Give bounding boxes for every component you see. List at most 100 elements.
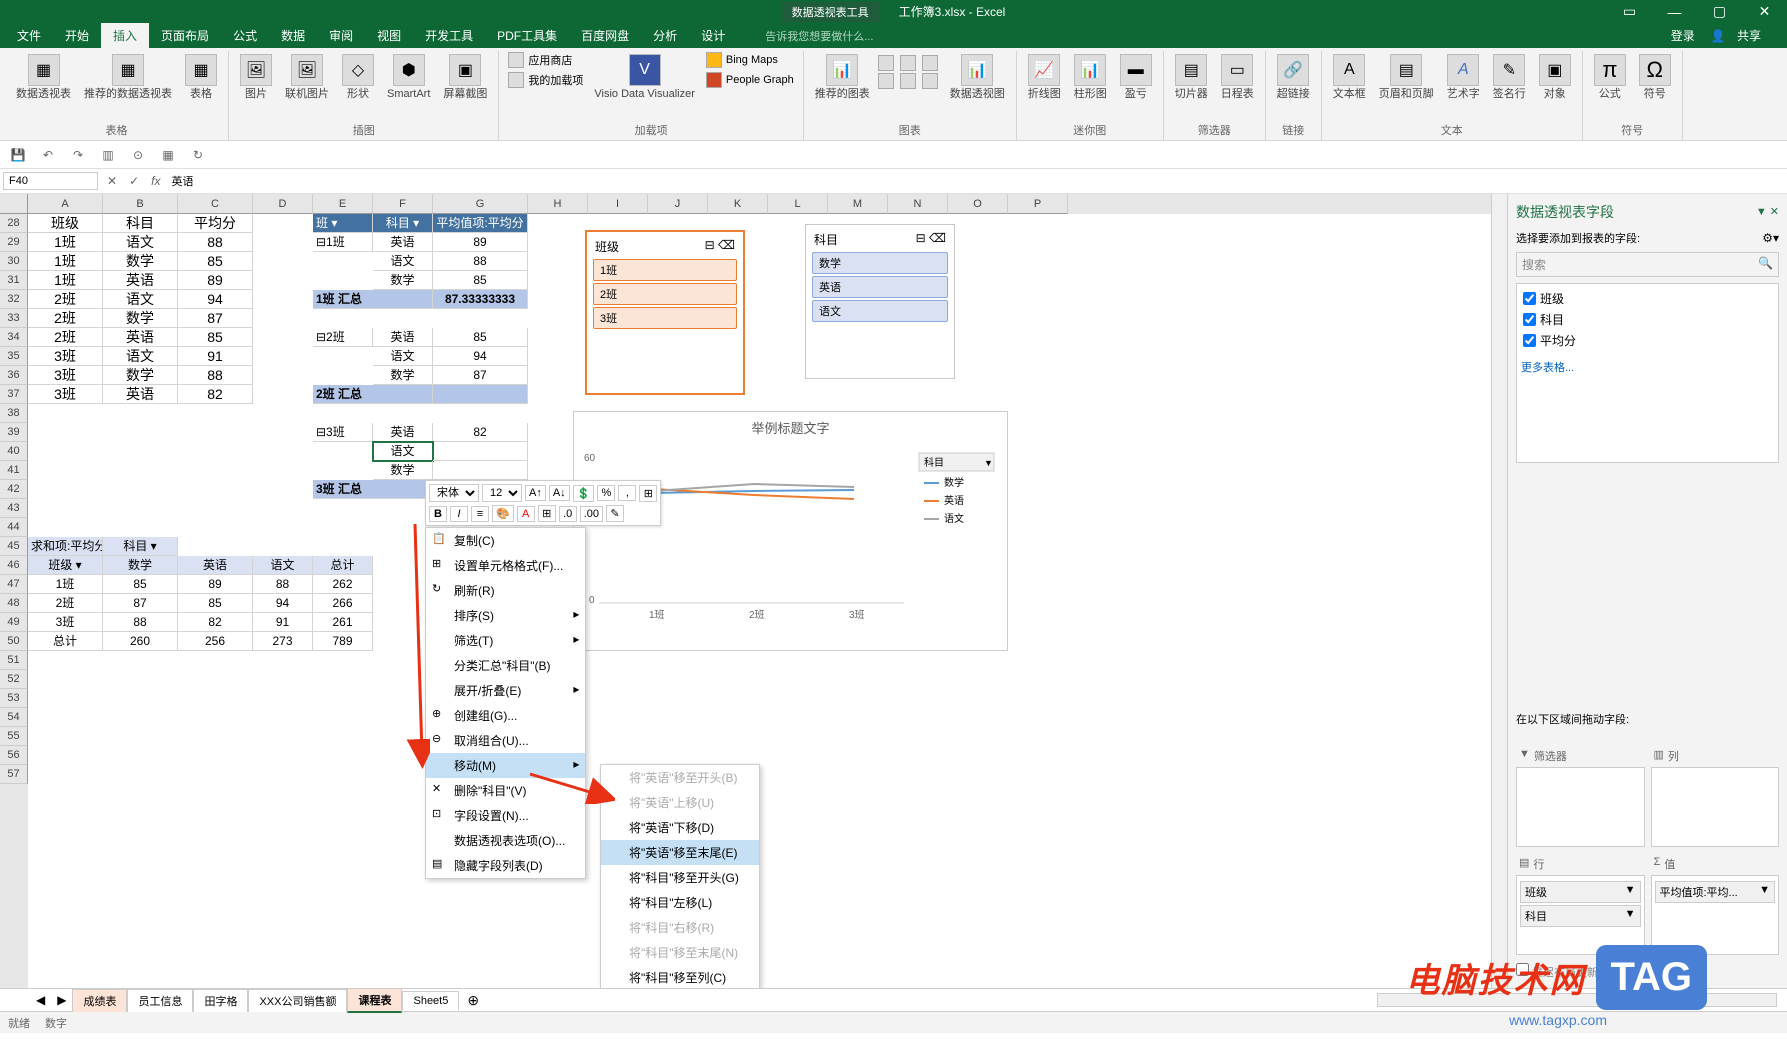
fx-icon[interactable]: fx [145, 174, 166, 188]
share-button[interactable]: 👤 共享 [1703, 23, 1777, 48]
cell[interactable]: 85 [433, 271, 528, 290]
comma-button[interactable]: , [618, 485, 636, 501]
chart-type-icon[interactable] [878, 55, 894, 71]
field-checkbox[interactable]: 平均分 [1521, 330, 1774, 351]
cell[interactable]: 82 [433, 423, 528, 442]
slicer-item[interactable]: 2班 [593, 283, 737, 305]
pivot-chart[interactable]: 举例标题文字 60 0 1班 2班 3班 科目 ▼ 数学 英语 语文 [573, 411, 1008, 651]
cell[interactable]: 语文 [103, 290, 178, 309]
menu-item[interactable]: ▤隐藏字段列表(D) [426, 853, 585, 878]
cell[interactable]: 89 [433, 233, 528, 252]
fontsize-select[interactable]: 12 [482, 484, 522, 502]
cell[interactable]: 数学 [373, 366, 433, 385]
col-header[interactable]: N [888, 194, 948, 214]
col-header[interactable]: P [1008, 194, 1068, 214]
smartart-button[interactable]: ⬢SmartArt [382, 51, 435, 103]
row-header[interactable]: 46 [0, 556, 28, 575]
maximize-button[interactable]: ▢ [1697, 0, 1742, 23]
cell[interactable]: 2班 汇总 [313, 385, 433, 404]
cell[interactable]: 班级 ▾ [28, 556, 103, 575]
cell[interactable]: 262 [313, 575, 373, 594]
select-all-corner[interactable] [0, 194, 28, 214]
row-header[interactable]: 57 [0, 765, 28, 784]
sheet-tab[interactable]: XXX公司销售额 [248, 989, 347, 1012]
cell[interactable]: 数学 [103, 252, 178, 271]
sheet-tab[interactable]: 成绩表 [72, 989, 127, 1012]
sparkline-winloss-button[interactable]: ▬盈亏 [1115, 51, 1157, 103]
cell[interactable]: 平均分 [178, 214, 253, 233]
tab-file[interactable]: 文件 [5, 23, 53, 48]
online-picture-button[interactable]: 🖼联机图片 [280, 51, 334, 103]
row-header[interactable]: 28 [0, 214, 28, 233]
cell[interactable]: 总计 [313, 556, 373, 575]
fill-color-button[interactable]: 🎨 [492, 505, 514, 522]
field-tag[interactable]: 班级▼ [1520, 881, 1641, 903]
qat-button[interactable]: ▥ [98, 145, 118, 165]
cell[interactable]: 数学 [103, 366, 178, 385]
row-header[interactable]: 50 [0, 632, 28, 651]
border-button[interactable]: ⊞ [538, 505, 556, 522]
sheet-tab[interactable]: 课程表 [347, 988, 402, 1013]
tab-analyze[interactable]: 分析 [641, 23, 689, 48]
peoplegraph-button[interactable]: People Graph [703, 71, 797, 89]
font-select[interactable]: 宋体 [429, 484, 479, 502]
row-header[interactable]: 44 [0, 518, 28, 537]
pivotchart-button[interactable]: 📊数据透视图 [945, 51, 1010, 103]
sparkline-column-button[interactable]: 📊柱形图 [1069, 51, 1112, 103]
format-button[interactable]: ⊞ [639, 485, 657, 502]
cell[interactable]: 3班 [28, 366, 103, 385]
sheet-tab[interactable]: 员工信息 [127, 989, 193, 1012]
sparkline-line-button[interactable]: 📈折线图 [1023, 51, 1066, 103]
hyperlink-button[interactable]: 🔗超链接 [1272, 51, 1315, 103]
panel-close-icon[interactable]: ▼ ✕ [1756, 206, 1779, 218]
filter-area[interactable] [1516, 767, 1645, 847]
col-header[interactable]: A [28, 194, 103, 214]
tab-pdf[interactable]: PDF工具集 [485, 23, 569, 48]
cell[interactable]: 2班 [28, 290, 103, 309]
cell[interactable]: 85 [103, 575, 178, 594]
row-header[interactable]: 52 [0, 670, 28, 689]
name-box[interactable] [3, 172, 98, 190]
cell[interactable]: 87 [433, 366, 528, 385]
menu-item[interactable]: ⊞设置单元格格式(F)... [426, 553, 585, 578]
menu-item[interactable]: 将"英语"下移(D) [601, 815, 759, 840]
cell[interactable]: 数学 [103, 309, 178, 328]
shapes-button[interactable]: ◇形状 [337, 51, 379, 103]
col-header[interactable]: D [253, 194, 313, 214]
row-headers[interactable]: 2829303132333435363738394041424344454647… [0, 214, 28, 988]
menu-item[interactable]: ⊕创建组(G)... [426, 703, 585, 728]
tab-layout[interactable]: 页面布局 [149, 23, 221, 48]
equation-button[interactable]: π公式 [1589, 51, 1631, 103]
row-header[interactable]: 49 [0, 613, 28, 632]
col-header[interactable]: C [178, 194, 253, 214]
row-header[interactable]: 42 [0, 480, 28, 499]
myaddins-button[interactable]: 我的加载项 [505, 71, 586, 89]
tab-home[interactable]: 开始 [53, 23, 101, 48]
bold-button[interactable]: B [429, 506, 447, 522]
tab-formulas[interactable]: 公式 [221, 23, 269, 48]
tab-developer[interactable]: 开发工具 [413, 23, 485, 48]
cell[interactable]: 2班 [28, 594, 103, 613]
object-button[interactable]: ▣对象 [1534, 51, 1576, 103]
cell[interactable]: ⊟1班 [313, 233, 373, 252]
cell[interactable]: 88 [253, 575, 313, 594]
cell[interactable]: 2班 [28, 328, 103, 347]
chart-type-icon[interactable] [900, 73, 916, 89]
cell[interactable]: 数学 [373, 271, 433, 290]
cell[interactable]: 261 [313, 613, 373, 632]
cell[interactable]: 85 [178, 252, 253, 271]
slicer-class[interactable]: 班级⊟ ⌫ 1班 2班 3班 [585, 230, 745, 395]
cell[interactable]: 3班 [28, 613, 103, 632]
grow-font-button[interactable]: A↑ [525, 485, 546, 501]
slicer-subject[interactable]: 科目⊟ ⌫ 数学 英语 语文 [805, 224, 955, 379]
cell[interactable]: 班级 [28, 214, 103, 233]
cell[interactable]: 89 [178, 271, 253, 290]
cell[interactable]: 789 [313, 632, 373, 651]
row-header[interactable]: 31 [0, 271, 28, 290]
menu-item[interactable]: 排序(S)▸ [426, 603, 585, 628]
percent-button[interactable]: % [597, 485, 615, 501]
ribbon-display-options[interactable]: ▭ [1607, 0, 1652, 23]
italic-button[interactable]: I [450, 506, 468, 522]
cell[interactable]: 英语 [178, 556, 253, 575]
row-header[interactable]: 45 [0, 537, 28, 556]
